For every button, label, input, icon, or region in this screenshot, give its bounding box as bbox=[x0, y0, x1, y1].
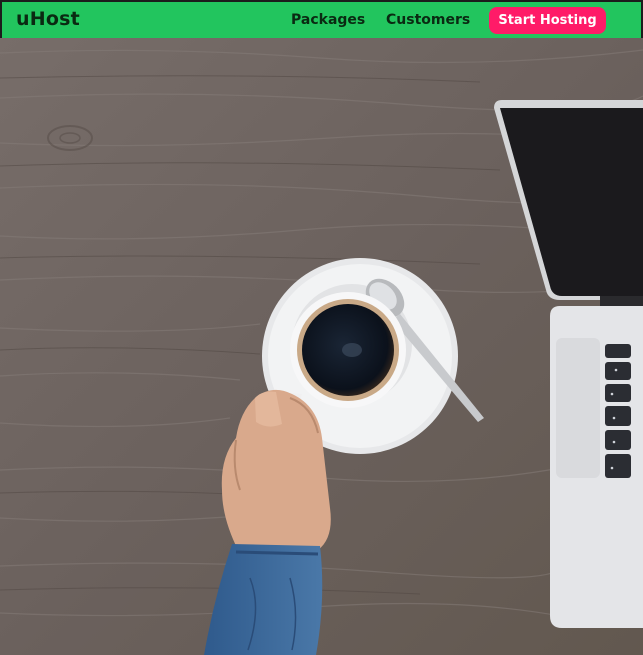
brand-logo-link[interactable]: uHost bbox=[16, 8, 80, 30]
nav-packages-link[interactable]: Packages bbox=[291, 12, 365, 28]
start-hosting-button[interactable]: Start Hosting bbox=[489, 7, 606, 34]
nav-customers-link[interactable]: Customers bbox=[386, 12, 470, 28]
site-header: uHost Packages Customers Start Hosting bbox=[0, 0, 643, 38]
hero-image bbox=[0, 38, 643, 655]
hero-photo bbox=[0, 38, 643, 655]
